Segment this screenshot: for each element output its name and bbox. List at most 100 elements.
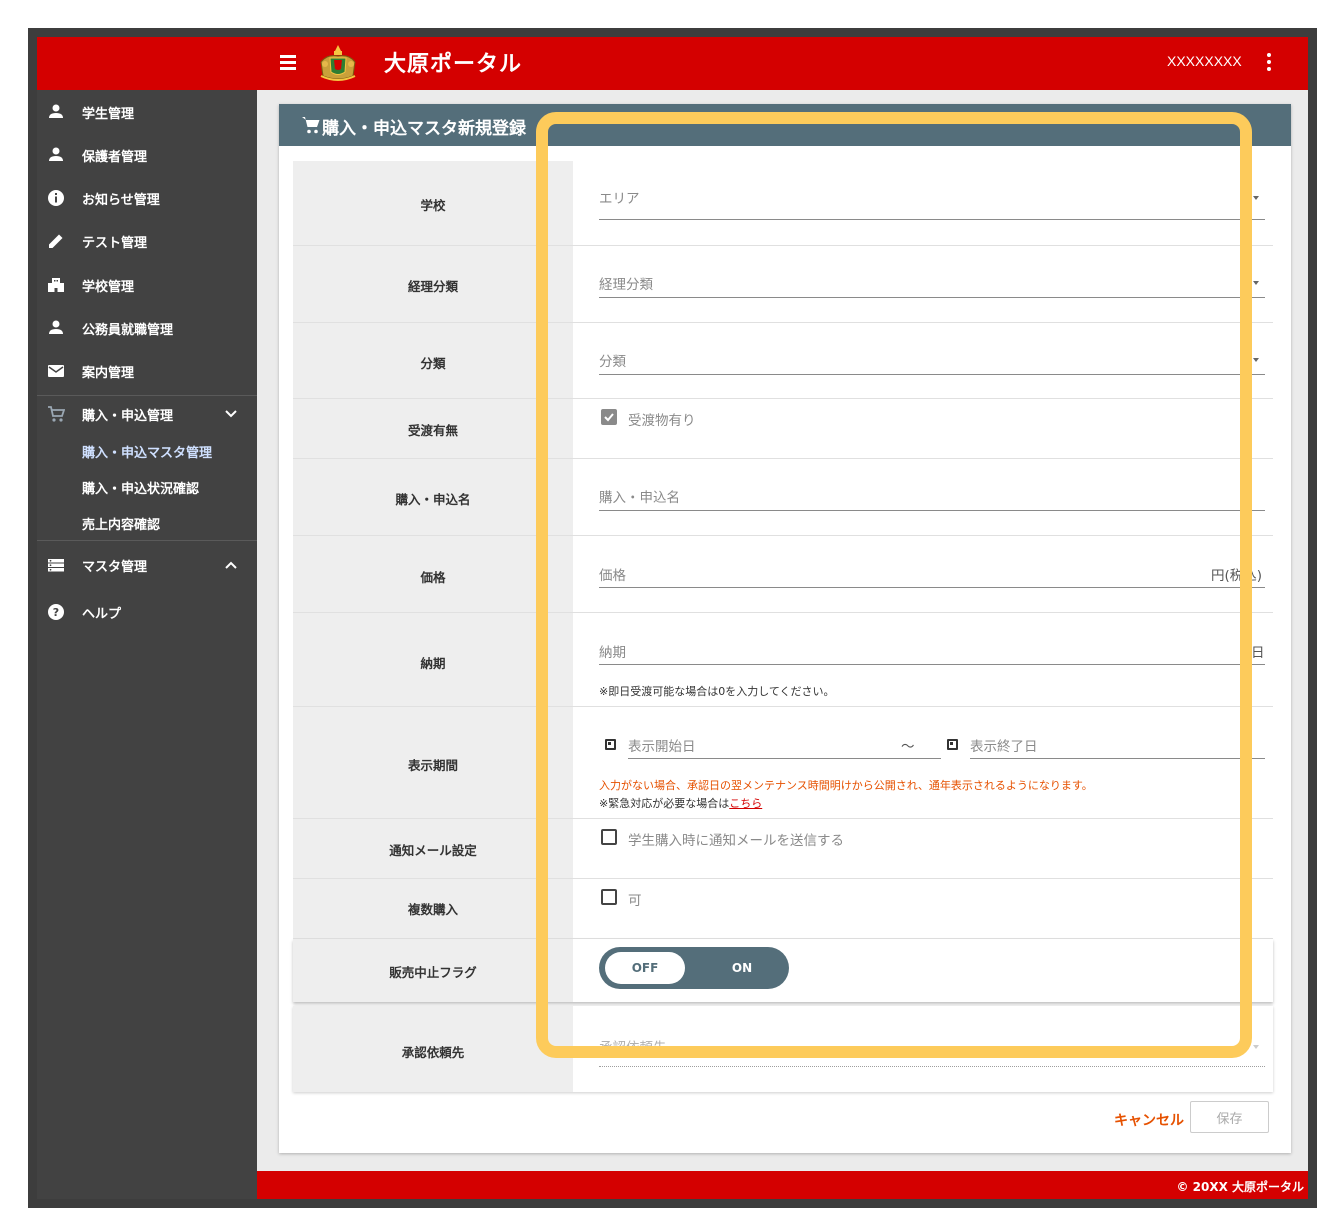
dropdown-arrow-icon[interactable] <box>1253 281 1259 285</box>
sidebar-item-schools[interactable]: 学校管理 <box>37 264 257 304</box>
field-label: 通知メール設定 <box>389 843 477 858</box>
form-row-stop-flag: 販売中止フラグ OFF ON <box>293 939 1273 1002</box>
category-select[interactable]: 分類 <box>599 350 626 370</box>
due-unit: 日 <box>1251 645 1265 661</box>
sidebar-subitem-master[interactable]: 購入・申込マスタ管理 <box>82 442 212 461</box>
dropdown-arrow-icon[interactable] <box>1253 358 1259 362</box>
svg-text:?: ? <box>53 606 59 619</box>
sidebar-item-tests[interactable]: テスト管理 <box>37 220 257 260</box>
sidebar-item-purchases[interactable]: 購入・申込管理 <box>37 393 257 433</box>
chevron-up-icon[interactable] <box>223 557 239 573</box>
sidebar-subitem-status[interactable]: 購入・申込状況確認 <box>82 478 199 497</box>
page-title-bar: 購入・申込マスタ新規登録 <box>279 104 1291 146</box>
sidebar-item-help[interactable]: ? ヘルプ <box>37 591 257 631</box>
checkbox-label: 受渡物有り <box>628 413 696 429</box>
app-title[interactable]: 大原ポータル <box>384 46 522 78</box>
footer: © 20XX 大原ポータル <box>257 1171 1308 1199</box>
sidebar-item-label: マスタ管理 <box>82 560 148 575</box>
calendar-icon[interactable] <box>947 739 958 750</box>
list-icon <box>48 559 64 572</box>
checkbox-label: 可 <box>628 893 642 909</box>
sidebar-item-label: ヘルプ <box>82 607 122 622</box>
sidebar-item-label: 学生管理 <box>82 107 135 122</box>
form-row-approver: 承認依頼先 承認依頼先 <box>293 1006 1273 1092</box>
sidebar-item-master[interactable]: マスタ管理 <box>37 544 257 584</box>
price-input[interactable]: 価格 <box>599 564 626 584</box>
accounting-select[interactable]: 経理分類 <box>599 273 653 293</box>
date-separator: ～ <box>901 739 915 755</box>
field-label: 表示期間 <box>407 758 458 773</box>
crest-logo-icon <box>320 45 356 81</box>
sidebar-item-guides[interactable]: 案内管理 <box>37 350 257 390</box>
notify-checkbox[interactable] <box>601 829 617 845</box>
price-unit: 円(税込) <box>1211 568 1263 584</box>
form-row-period: 表示期間 表示開始日 ～ 表示終了日 入力がない場合、承認日の翌メンテナンス時間… <box>293 707 1273 819</box>
toggle-off-label: OFF <box>631 961 659 975</box>
sidebar-item-label: 公務員就職管理 <box>82 323 174 338</box>
sidebar-item-label: 保護者管理 <box>82 150 148 165</box>
form-row-school: 学校 エリア <box>293 161 1273 246</box>
field-label: 購入・申込名 <box>395 492 471 507</box>
sidebar-subitem-sales[interactable]: 売上内容確認 <box>82 514 160 533</box>
person-icon <box>49 104 63 118</box>
form-row-price: 価格 価格 円(税込) <box>293 536 1273 613</box>
form-row-multiple: 複数購入 可 <box>293 879 1273 939</box>
form-row-delivery: 受渡有無 受渡物有り <box>293 399 1273 459</box>
dropdown-arrow-icon[interactable] <box>1253 196 1259 200</box>
start-date-input[interactable]: 表示開始日 <box>628 735 696 755</box>
form-row-accounting: 経理分類 経理分類 <box>293 246 1273 323</box>
chevron-down-icon[interactable] <box>223 406 239 422</box>
sidebar: 学生管理 保護者管理 お知らせ管理 テスト管理 学校管理 公務員就職管理 案内管… <box>37 90 257 1199</box>
sidebar-item-label: 学校管理 <box>82 280 135 295</box>
check-icon <box>604 413 614 422</box>
school-area-select[interactable]: エリア <box>599 187 640 207</box>
person-icon <box>49 320 63 334</box>
pencil-icon <box>49 234 63 248</box>
field-label: 学校 <box>420 198 446 213</box>
checkbox-label: 学生購入時に通知メールを送信する <box>628 833 844 849</box>
cart-icon <box>302 117 320 134</box>
field-label: 納期 <box>420 656 446 671</box>
delivery-checkbox[interactable] <box>601 409 617 425</box>
building-icon <box>48 278 64 292</box>
period-warning: 入力がない場合、承認日の翌メンテナンス時間明けから公開され、通年表示されるように… <box>599 779 1093 792</box>
multiple-checkbox[interactable] <box>601 889 617 905</box>
field-label: 販売中止フラグ <box>389 965 477 980</box>
purchase-name-input[interactable]: 購入・申込名 <box>599 486 680 506</box>
sidebar-divider <box>37 540 257 541</box>
hamburger-menu-icon[interactable] <box>279 51 299 75</box>
period-note: ※緊急対応が必要な場合はこちら <box>599 797 763 810</box>
save-button[interactable]: 保存 <box>1190 1101 1269 1133</box>
calendar-icon[interactable] <box>605 739 616 750</box>
sidebar-item-students[interactable]: 学生管理 <box>37 91 257 131</box>
sidebar-item-label: 購入・申込管理 <box>82 409 174 424</box>
sidebar-item-notices[interactable]: お知らせ管理 <box>37 177 257 217</box>
field-label: 受渡有無 <box>407 423 458 438</box>
end-date-input[interactable]: 表示終了日 <box>970 735 1038 755</box>
cancel-button[interactable]: キャンセル <box>1109 1105 1189 1135</box>
page-title: 購入・申込マスタ新規登録 <box>322 119 526 139</box>
user-name[interactable]: XXXXXXXX <box>1167 53 1242 69</box>
field-label: 価格 <box>420 570 446 585</box>
sidebar-item-label: お知らせ管理 <box>82 193 160 208</box>
form-row-category: 分類 分類 <box>293 323 1273 399</box>
stop-flag-toggle[interactable]: OFF ON <box>599 947 789 989</box>
dropdown-arrow-icon[interactable] <box>1253 1045 1259 1049</box>
more-vert-icon[interactable] <box>1261 51 1277 73</box>
help-icon: ? <box>48 604 64 620</box>
field-label: 分類 <box>420 356 446 371</box>
app-header: 大原ポータル XXXXXXXX <box>37 37 1308 90</box>
form-row-name: 購入・申込名 購入・申込名 <box>293 459 1273 536</box>
sidebar-item-guardians[interactable]: 保護者管理 <box>37 134 257 174</box>
copyright-text: © 20XX 大原ポータル <box>1176 1180 1304 1194</box>
info-icon <box>48 190 64 206</box>
due-note: ※即日受渡可能な場合は0を入力してください。 <box>599 685 835 698</box>
cart-icon <box>48 406 65 422</box>
mail-icon <box>48 365 64 377</box>
here-link[interactable]: こちら <box>729 797 762 810</box>
sidebar-item-civil-service[interactable]: 公務員就職管理 <box>37 307 257 347</box>
sidebar-item-label: 案内管理 <box>82 366 135 381</box>
approver-select[interactable]: 承認依頼先 <box>599 1036 667 1056</box>
due-input[interactable]: 納期 <box>599 641 626 661</box>
field-label: 経理分類 <box>407 279 458 294</box>
